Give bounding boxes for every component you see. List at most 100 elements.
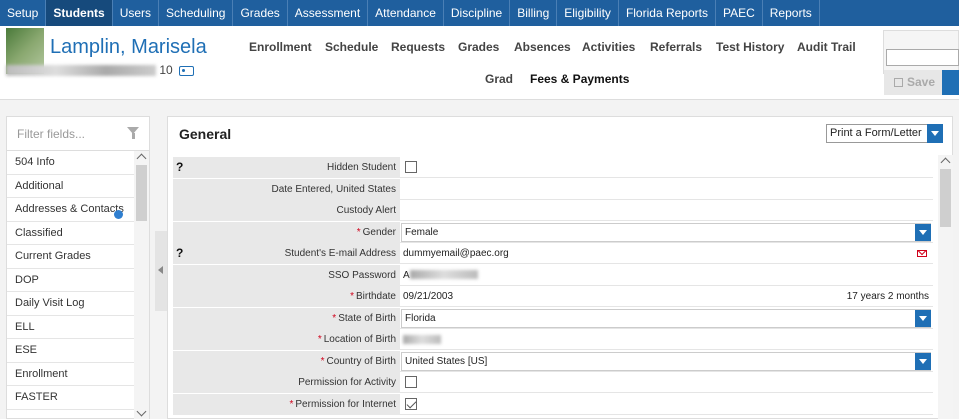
form-scrollbar[interactable] xyxy=(938,155,953,419)
tab-referrals[interactable]: Referrals xyxy=(650,40,702,54)
chevron-down-icon[interactable] xyxy=(915,352,931,370)
tab-grad[interactable]: Grad xyxy=(485,72,513,86)
save-button[interactable]: Save xyxy=(884,70,942,95)
required-marker: * xyxy=(332,312,337,324)
chevron-down-icon[interactable] xyxy=(927,124,943,143)
country-of-birth-select[interactable]: United States [US] xyxy=(401,351,931,371)
field-row-permission-activity: Permission for Activity xyxy=(173,372,933,394)
sidebar-item-ell[interactable]: ELL xyxy=(7,316,135,339)
field-row-country-of-birth: * Country of Birth United States [US] xyxy=(173,350,933,372)
filter-fields-input[interactable]: Filter fields... xyxy=(7,117,149,151)
top-nav: Setup Students Users Scheduling Grades A… xyxy=(0,0,959,26)
field-label: Date Entered, United States xyxy=(173,178,400,200)
masked-value xyxy=(409,270,478,280)
field-row-gender: * Gender Female xyxy=(173,221,933,243)
field-row-email: ? Student's E-mail Address dummyemail@pae… xyxy=(173,243,933,265)
tab-audit-trail[interactable]: Audit Trail xyxy=(797,40,856,54)
nav-students[interactable]: Students xyxy=(46,0,113,26)
nav-discipline[interactable]: Discipline xyxy=(444,0,511,26)
nav-florida-reports[interactable]: Florida Reports xyxy=(619,0,716,26)
field-label: * State of Birth xyxy=(173,307,400,329)
scroll-up-icon[interactable] xyxy=(940,157,951,168)
help-icon[interactable]: ? xyxy=(176,157,183,178)
tab-absences[interactable]: Absences xyxy=(514,40,571,54)
location-of-birth-field[interactable] xyxy=(400,329,933,350)
tab-requests[interactable]: Requests xyxy=(391,40,445,54)
state-of-birth-select[interactable]: Florida xyxy=(401,308,931,328)
email-field[interactable]: dummyemail@paec.org xyxy=(400,243,933,264)
sidebar-scrollbar[interactable] xyxy=(134,151,149,419)
chevron-down-icon[interactable] xyxy=(915,223,931,241)
birthdate-field[interactable]: 09/21/2003 17 years 2 months xyxy=(400,286,933,307)
custody-alert-field[interactable] xyxy=(400,200,933,221)
nav-users[interactable]: Users xyxy=(113,0,160,26)
field-label: * Birthdate xyxy=(173,286,400,307)
student-id-masked xyxy=(6,65,156,77)
help-icon[interactable]: ? xyxy=(176,243,183,264)
nav-reports[interactable]: Reports xyxy=(763,0,820,26)
required-marker: * xyxy=(350,291,354,302)
filter-icon[interactable] xyxy=(127,127,139,139)
sidebar-item-enrollment[interactable]: Enrollment xyxy=(7,363,135,386)
field-label: Custody Alert xyxy=(173,200,400,221)
permission-activity-checkbox[interactable] xyxy=(405,376,417,388)
sidebar-item-addresses-contacts[interactable]: Addresses & Contacts xyxy=(7,198,135,222)
field-label: * Permission for Internet xyxy=(173,393,400,415)
scroll-down-icon[interactable] xyxy=(136,406,147,417)
print-form-select[interactable]: Print a Form/Letter xyxy=(826,124,943,143)
print-button[interactable] xyxy=(942,70,959,95)
student-grade: 10 xyxy=(159,63,173,77)
sidebar-scroll-thumb[interactable] xyxy=(136,165,147,221)
filter-placeholder: Filter fields... xyxy=(17,127,86,141)
sidebar-item-faster[interactable]: FASTER xyxy=(7,386,135,410)
sidebar-item-daily-visit-log[interactable]: Daily Visit Log xyxy=(7,292,135,316)
field-sidebar: Filter fields... 504 Info Additional Add… xyxy=(6,116,150,419)
hidden-student-checkbox[interactable] xyxy=(405,161,417,173)
sidebar-item-dop[interactable]: DOP xyxy=(7,269,135,292)
sso-password-field[interactable]: A xyxy=(400,265,933,286)
nav-assessment[interactable]: Assessment xyxy=(288,0,369,26)
chevron-down-icon[interactable] xyxy=(915,309,931,327)
permission-internet-checkbox[interactable] xyxy=(405,397,417,410)
tab-enrollment[interactable]: Enrollment xyxy=(249,40,312,54)
sidebar-item-classified[interactable]: Classified xyxy=(7,222,135,245)
nav-attendance[interactable]: Attendance xyxy=(368,0,444,26)
sidebar-item-ese[interactable]: ESE xyxy=(7,339,135,363)
nav-paec[interactable]: PAEC xyxy=(716,0,763,26)
scroll-up-icon[interactable] xyxy=(136,153,147,164)
sidebar-list: 504 Info Additional Addresses & Contacts… xyxy=(7,151,135,410)
field-row-state-of-birth: * State of Birth Florida xyxy=(173,307,933,329)
field-label: Permission for Activity xyxy=(173,372,400,393)
nav-eligibility[interactable]: Eligibility xyxy=(557,0,619,26)
nav-billing[interactable]: Billing xyxy=(510,0,558,26)
nav-setup[interactable]: Setup xyxy=(0,0,47,26)
form-scroll-thumb[interactable] xyxy=(940,169,951,227)
field-label: * Gender xyxy=(173,221,400,243)
nav-grades[interactable]: Grades xyxy=(233,0,288,26)
nav-scheduling[interactable]: Scheduling xyxy=(159,0,234,26)
general-panel: General Print a Form/Letter ? Hidden Stud… xyxy=(167,116,953,419)
panel-title: General xyxy=(179,126,232,142)
tab-test-history[interactable]: Test History xyxy=(716,40,784,54)
mail-icon[interactable] xyxy=(917,250,927,257)
header-input[interactable] xyxy=(886,49,959,66)
tab-activities[interactable]: Activities xyxy=(582,40,635,54)
field-label: * Country of Birth xyxy=(173,350,400,372)
collapse-sidebar-button[interactable] xyxy=(155,231,167,311)
sidebar-item-current-grades[interactable]: Current Grades xyxy=(7,245,135,269)
required-marker: * xyxy=(289,398,294,410)
date-entered-field[interactable] xyxy=(400,179,933,200)
field-label: ? Hidden Student xyxy=(173,157,400,178)
field-row-sso-password: SSO Password A xyxy=(173,264,933,286)
sidebar-item-additional[interactable]: Additional xyxy=(7,175,135,198)
tab-schedule[interactable]: Schedule xyxy=(325,40,378,54)
student-id-line: 10 xyxy=(6,63,195,77)
id-card-icon[interactable] xyxy=(179,65,195,76)
gender-select[interactable]: Female xyxy=(401,222,931,242)
tab-grades[interactable]: Grades xyxy=(458,40,499,54)
field-label: * Location of Birth xyxy=(173,329,400,350)
student-header: Lamplin, Marisela 10 Enrollment Schedule… xyxy=(0,26,959,100)
masked-value xyxy=(403,334,441,344)
tab-fees-payments[interactable]: Fees & Payments xyxy=(530,72,629,86)
sidebar-item-504-info[interactable]: 504 Info xyxy=(7,151,135,175)
